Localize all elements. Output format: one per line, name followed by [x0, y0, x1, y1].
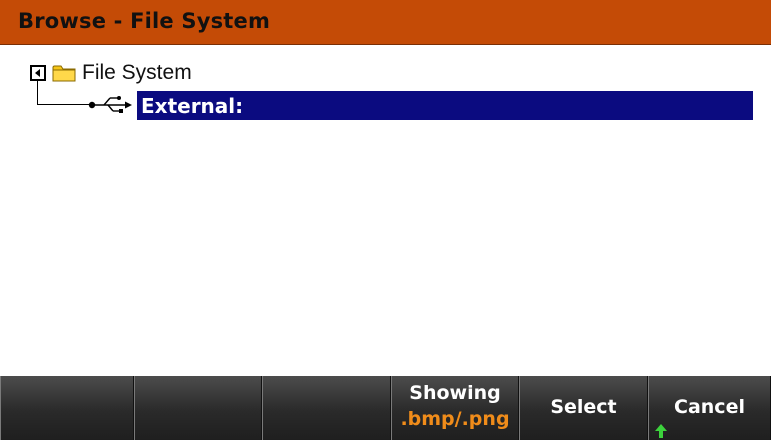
softkey-2[interactable]: [134, 376, 262, 440]
softkey-label: Cancel: [674, 396, 745, 418]
title-bar: Browse - File System: [0, 0, 771, 45]
select-button[interactable]: Select: [519, 376, 648, 440]
up-arrow-icon: [655, 424, 667, 438]
softkey-bar: Showing .bmp/.png Select Cancel: [0, 376, 771, 440]
cancel-button[interactable]: Cancel: [648, 376, 771, 440]
file-tree: File System External:: [0, 45, 771, 375]
tree-item-external[interactable]: External:: [137, 91, 753, 120]
softkey-label: Showing: [409, 382, 501, 404]
tree-root-label[interactable]: File System: [82, 61, 192, 85]
collapse-toggle-icon[interactable]: [30, 65, 46, 81]
showing-filter-button[interactable]: Showing .bmp/.png: [391, 376, 519, 440]
usb-icon: [88, 96, 132, 113]
softkey-value: .bmp/.png: [400, 408, 510, 430]
softkey-3[interactable]: [262, 376, 391, 440]
softkey-label: Select: [550, 396, 617, 418]
tree-connector: [37, 81, 38, 105]
tree-connector: [37, 104, 89, 105]
tree-item-label: External:: [141, 94, 244, 118]
softkey-1[interactable]: [0, 376, 134, 440]
folder-icon: [52, 65, 76, 82]
window-title: Browse - File System: [18, 9, 271, 33]
